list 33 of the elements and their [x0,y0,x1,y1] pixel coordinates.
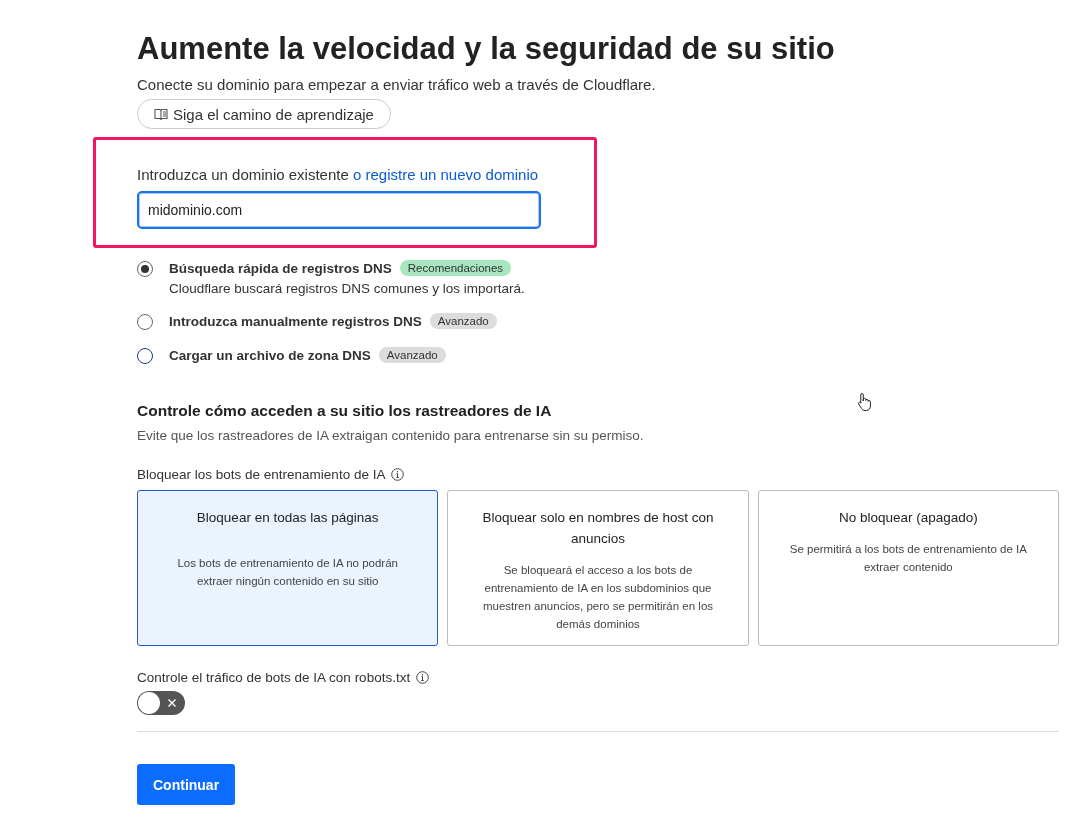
option-card[interactable]: Bloquear solo en nombres de host con anuncios Se bloqueará el acceso a los bots de entrenamiento de IA en los subdominios que muestren anuncios, pero se permitirán en los demás dominios [447,490,749,646]
page-subtitle: Conecte su dominio para empezar a enviar tráfico web a través de Cloudflare. [137,76,657,93]
option-badge: Avanzado [378,347,446,363]
card-description: Se permitirá a los bots de entrenamiento de IA extraer contenido [788,542,1028,575]
section-title: Controle cómo acceden a su sitio los rastreadores de IA [137,402,553,420]
section-description: Evite que los rastreadores de IA extraigan contenido para entrenarse sin su permiso. [137,428,645,443]
learning-path-button[interactable]: Siga el camino de aprendizaje [137,99,391,129]
info-icon[interactable] [416,671,430,684]
domain-label: Introduzca un dominio existente [137,166,349,183]
option-label: Búsqueda rápida de registros DNS [169,260,392,276]
cross-icon [167,698,177,708]
card-description: Los bots de entrenamiento de IA no podrán extraer ningún contenido en su sitio [176,556,399,589]
register-domain-link[interactable]: o registre un nuevo dominio [352,166,539,183]
option-card[interactable]: No bloquear (apagado) Se permitirá a los bots de entrenamiento de IA extraer contenido [757,490,1059,646]
option-badge: Recomendaciones [399,260,512,276]
option-card[interactable]: Bloquear en todas las páginas Los bots de entrenamiento de IA no podrán extraer ningún contenido en su sitio [137,490,439,646]
card-description: Se bloqueará el acceso a los bots de entrenamiento de IA en los subdominios que muestren anuncios, pero se permitirán en los demás dominios [481,563,715,632]
option-label: Introduzca manualmente registros DNS [169,313,422,329]
hand-cursor-icon [857,392,873,412]
card-title: Bloquear solo en nombres de host con anuncios [481,509,715,548]
toggle-switch[interactable] [137,691,185,715]
option-label: Cargar un archivo de zona DNS [169,347,371,363]
robots-label: Controle el tráfico de bots de IA con robots.txt [137,670,411,685]
continue-button[interactable]: Continuar [137,764,236,805]
block-bots-label: Bloquear los bots de entrenamiento de IA [137,467,386,482]
book-icon [154,108,168,120]
option-description: Cloudflare buscará registros DNS comunes y los importará. [169,281,525,296]
info-icon[interactable] [391,468,405,481]
option-badge: Avanzado [429,313,497,329]
card-title: Bloquear en todas las páginas [195,509,380,527]
domain-input-field[interactable]: midominio.com [137,191,541,229]
page-title: Aumente la velocidad y la seguridad de su sitio [137,30,836,68]
card-title: No bloquear (apagado) [837,509,979,527]
